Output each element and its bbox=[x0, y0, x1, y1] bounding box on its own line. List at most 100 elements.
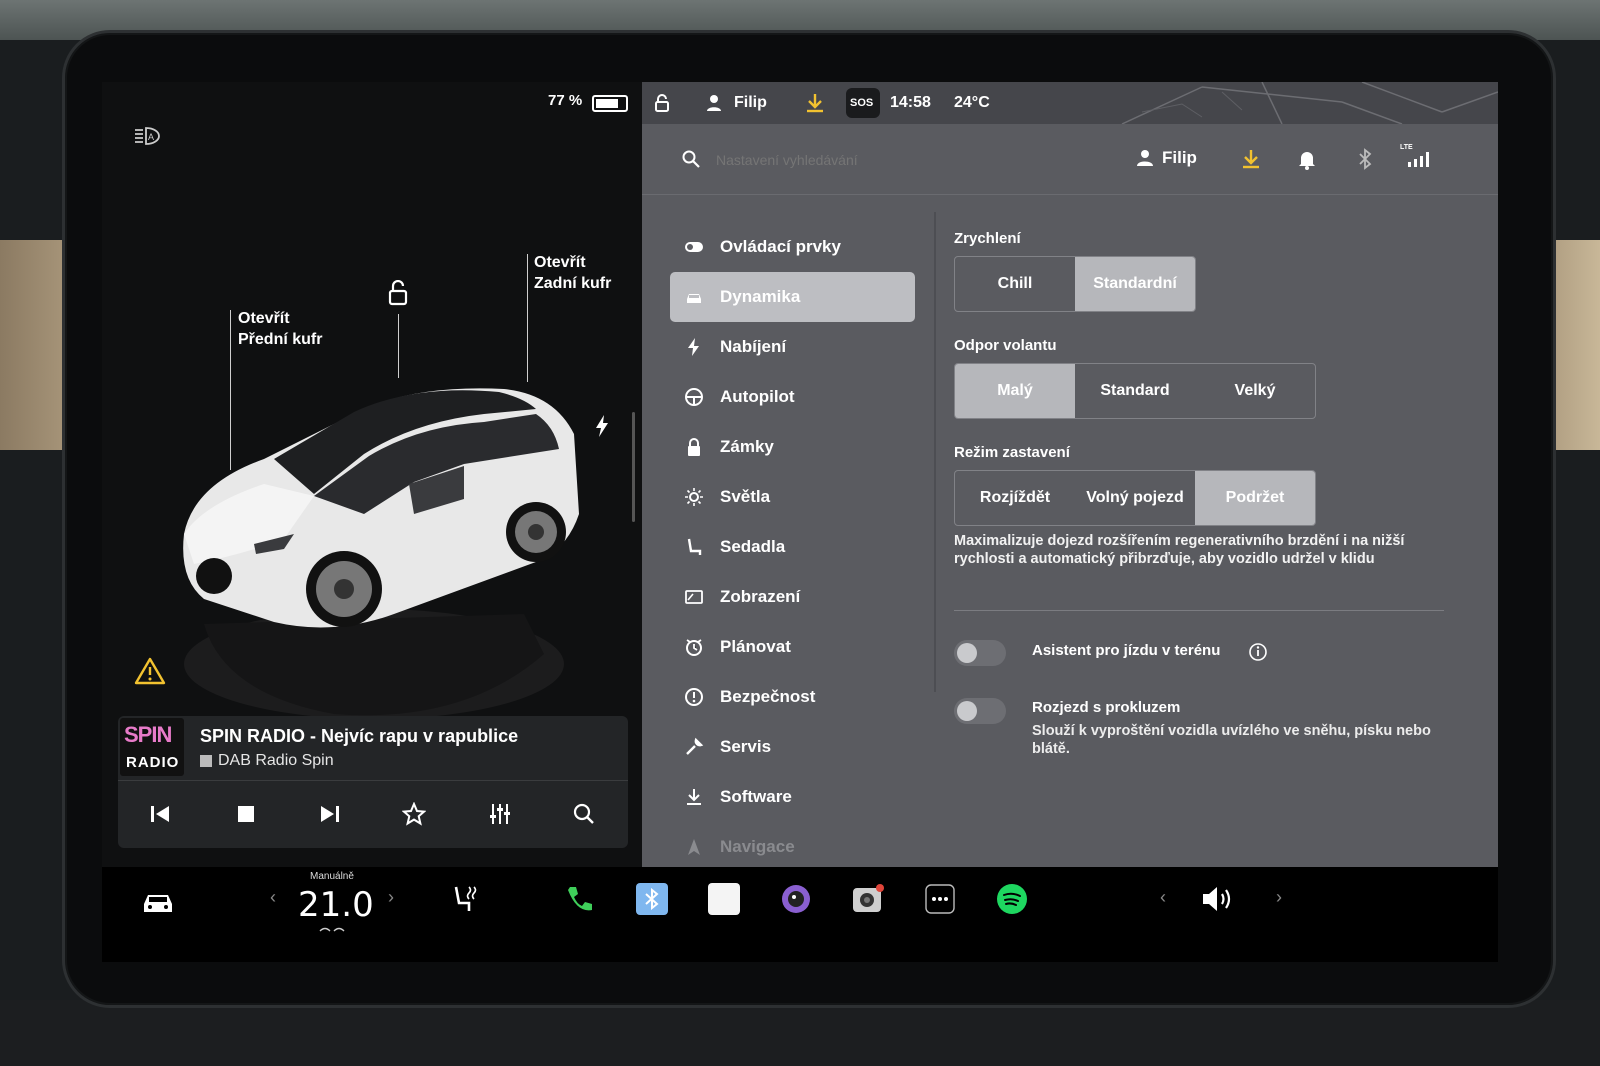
steering-wheel-icon bbox=[685, 388, 703, 406]
nav-label: Zámky bbox=[720, 437, 774, 456]
phone-icon bbox=[568, 887, 592, 911]
steering-standard-button[interactable]: Standard bbox=[1075, 364, 1195, 418]
camera-lens-icon bbox=[782, 885, 810, 913]
info-icon[interactable] bbox=[1248, 642, 1268, 662]
volume-down-chevron[interactable]: ‹ bbox=[1160, 887, 1166, 908]
spotify-icon bbox=[997, 884, 1027, 914]
acceleration-selector: Chill Standardní bbox=[954, 256, 1196, 312]
seat-heater-button[interactable] bbox=[448, 881, 484, 917]
user-name: Filip bbox=[1162, 148, 1197, 167]
search-icon bbox=[573, 803, 594, 824]
spotify-app-button[interactable] bbox=[994, 881, 1030, 917]
offroad-assist-toggle[interactable] bbox=[954, 640, 1006, 666]
map-status-strip[interactable]: Filip SOS 14:58 24°C bbox=[642, 82, 1498, 124]
nav-label: Zobrazení bbox=[720, 587, 801, 606]
stopping-hold-button[interactable]: Podržet bbox=[1195, 471, 1315, 525]
sos-button[interactable]: SOS bbox=[846, 88, 880, 118]
notification-bell-icon[interactable] bbox=[1296, 148, 1318, 170]
phone-app-button[interactable] bbox=[562, 881, 598, 917]
nav-item-planovat[interactable]: Plánovat bbox=[670, 622, 915, 672]
nav-label: Software bbox=[720, 787, 792, 806]
temp-increase-chevron[interactable]: › bbox=[388, 887, 394, 908]
steering-light-button[interactable]: Malý bbox=[955, 364, 1075, 418]
software-update-icon[interactable] bbox=[1240, 148, 1262, 170]
more-apps-button[interactable] bbox=[922, 881, 958, 917]
nav-item-bezpecnost[interactable]: Bezpečnost bbox=[670, 672, 915, 722]
nav-item-servis[interactable]: Servis bbox=[670, 722, 915, 772]
steering-heavy-button[interactable]: Velký bbox=[1195, 364, 1315, 418]
car-controls-button[interactable] bbox=[140, 885, 176, 921]
wrench-icon bbox=[686, 737, 704, 755]
cabin-temperature[interactable]: 21.0 bbox=[298, 885, 374, 925]
nav-item-navigace[interactable]: Navigace bbox=[670, 822, 915, 872]
signal-bars-icon bbox=[1408, 152, 1429, 167]
display-icon bbox=[685, 590, 703, 604]
volume-icon bbox=[1203, 887, 1231, 911]
acceleration-chill-button[interactable]: Chill bbox=[955, 257, 1075, 311]
equalizer-icon bbox=[490, 804, 510, 824]
nav-item-software[interactable]: Software bbox=[670, 772, 915, 822]
nav-label: Dynamika bbox=[720, 287, 801, 306]
climate-mode-label: Manuálně bbox=[310, 871, 354, 882]
favorite-button[interactable] bbox=[396, 796, 432, 832]
stopping-creep-button[interactable]: Rozjíždět bbox=[955, 471, 1075, 525]
map-background bbox=[1121, 82, 1498, 124]
car-3d-illustration[interactable] bbox=[164, 364, 594, 734]
camera-app-button[interactable] bbox=[778, 881, 814, 917]
equalizer-button[interactable] bbox=[482, 796, 518, 832]
nav-item-autopilot[interactable]: Autopilot bbox=[670, 372, 915, 422]
trunk-open-link[interactable]: Otevřít Zadní kufr bbox=[534, 252, 611, 294]
media-search-button[interactable] bbox=[566, 796, 602, 832]
stopping-roll-button[interactable]: Volný pojezd bbox=[1075, 471, 1195, 525]
nav-item-zamky[interactable]: Zámky bbox=[670, 422, 915, 472]
bluetooth-icon bbox=[636, 883, 668, 915]
nav-label: Nabíjení bbox=[720, 337, 787, 356]
touchscreen: 77 % A Otevřít Přední kufr Otevřít Zadní… bbox=[102, 82, 1498, 962]
nav-label: Navigace bbox=[720, 837, 795, 856]
next-button[interactable] bbox=[312, 796, 348, 832]
nav-item-dynamika[interactable]: Dynamika bbox=[670, 272, 915, 322]
status-unlock-icon bbox=[655, 94, 669, 112]
alert-circle-icon bbox=[685, 688, 703, 706]
warning-icon[interactable] bbox=[134, 656, 166, 686]
settings-search-input[interactable] bbox=[714, 146, 1018, 174]
nav-item-nabijeni[interactable]: Nabíjení bbox=[670, 322, 915, 372]
user-profile-button[interactable]: Filip bbox=[1136, 148, 1197, 168]
status-download-icon bbox=[807, 94, 823, 113]
nav-item-ovladaci-prvky[interactable]: Ovládací prvky bbox=[670, 222, 915, 272]
unlock-icon[interactable] bbox=[386, 280, 410, 306]
media-source: DAB Radio Spin bbox=[218, 752, 334, 769]
seat-icon bbox=[687, 538, 702, 555]
nav-label: Ovládací prvky bbox=[720, 237, 841, 256]
svg-text:A: A bbox=[148, 132, 154, 142]
stop-button[interactable] bbox=[228, 796, 264, 832]
frunk-label-line2: Přední kufr bbox=[238, 331, 323, 348]
acceleration-standard-button[interactable]: Standardní bbox=[1075, 257, 1195, 311]
auto-headlight-icon[interactable]: A bbox=[132, 124, 162, 148]
steering-selector: Malý Standard Velký bbox=[954, 363, 1316, 419]
bluetooth-icon[interactable] bbox=[1354, 148, 1376, 170]
volume-button[interactable] bbox=[1200, 881, 1236, 917]
nav-label: Sedadla bbox=[720, 537, 786, 556]
skip-next-icon bbox=[321, 806, 339, 822]
station-logo[interactable]: SPIN RADIO bbox=[120, 718, 184, 776]
media-divider bbox=[118, 780, 628, 781]
trunk-label-line2: Zadní kufr bbox=[534, 275, 612, 292]
offroad-assist-title: Asistent pro jízdu v terénu bbox=[1032, 642, 1221, 659]
bluetooth-app-button[interactable] bbox=[634, 881, 670, 917]
temp-decrease-chevron[interactable]: ‹ bbox=[270, 887, 276, 908]
vehicle-scroll-indicator bbox=[632, 412, 635, 522]
dashboard-lower bbox=[0, 1000, 1600, 1066]
settings-nav: Ovládací prvky Dynamika Nabíjení Autopil… bbox=[670, 222, 915, 872]
car-icon bbox=[144, 895, 172, 912]
notes-app-button[interactable] bbox=[706, 881, 742, 917]
dashcam-app-button[interactable] bbox=[850, 881, 886, 917]
charge-port-bolt-icon[interactable] bbox=[594, 414, 610, 438]
volume-up-chevron[interactable]: › bbox=[1276, 887, 1282, 908]
nav-item-sedadla[interactable]: Sedadla bbox=[670, 522, 915, 572]
slip-start-toggle[interactable] bbox=[954, 698, 1006, 724]
frunk-open-link[interactable]: Otevřít Přední kufr bbox=[238, 308, 322, 350]
nav-item-zobrazeni[interactable]: Zobrazení bbox=[670, 572, 915, 622]
previous-button[interactable] bbox=[142, 796, 178, 832]
nav-item-svetla[interactable]: Světla bbox=[670, 472, 915, 522]
